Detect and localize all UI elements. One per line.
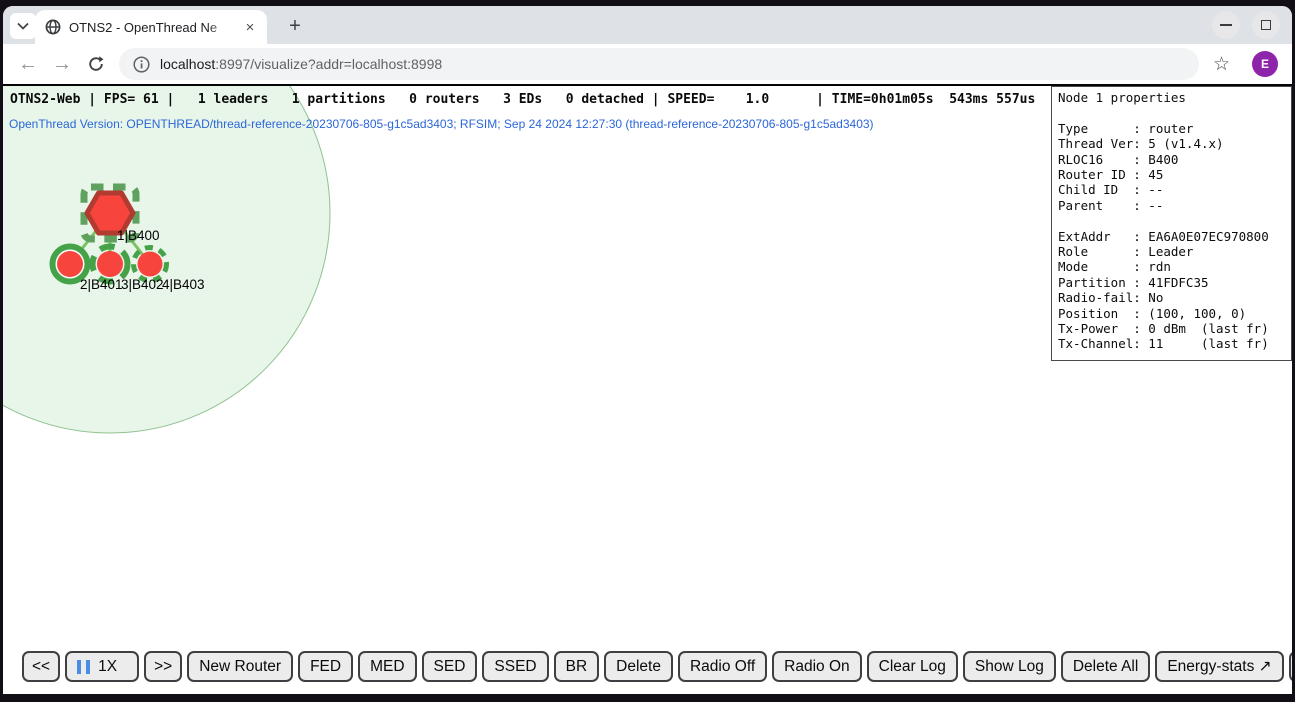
pause-icon	[86, 660, 90, 674]
tab-title: OTNS2 - OpenThread Ne	[69, 20, 241, 35]
site-info-icon[interactable]	[133, 56, 150, 73]
node-4-label: 4|B403	[162, 277, 205, 292]
panel-line: Tx-Channel: 11 (last fr)	[1058, 336, 1291, 351]
panel-line: Tx-Power : 0 dBm (last fr)	[1058, 321, 1291, 336]
show-log-button[interactable]: Show Log	[963, 651, 1056, 682]
node-properties-panel: Node 1 properties Type : router Thread V…	[1051, 86, 1292, 361]
panel-line: Type : router	[1058, 121, 1291, 136]
panel-line: Child ID : --	[1058, 182, 1291, 197]
profile-avatar[interactable]: E	[1252, 51, 1278, 77]
navigation-bar: ← → localhost:8997/visualize?addr=localh…	[3, 44, 1292, 86]
sed-button[interactable]: SED	[422, 651, 478, 682]
panel-line: Parent : --	[1058, 198, 1291, 213]
pause-icon	[77, 660, 81, 674]
browser-window: OTNS2 - OpenThread Ne × + ← → localhost:…	[3, 6, 1292, 694]
maximize-icon	[1261, 20, 1271, 30]
url-bar[interactable]: localhost:8997/visualize?addr=localhost:…	[119, 48, 1199, 80]
chevron-down-icon	[17, 22, 29, 30]
openthread-version-link[interactable]: OpenThread Version: OPENTHREAD/thread-re…	[9, 117, 874, 131]
radio-off-button[interactable]: Radio Off	[678, 651, 767, 682]
panel-title: Node 1 properties	[1058, 90, 1291, 105]
url-path: :8997/visualize?addr=localhost:8998	[215, 56, 442, 72]
panel-line: Thread Ver: 5 (v1.4.x)	[1058, 136, 1291, 151]
page-content: 1|B400 2|B401 3|B402 4|B403 OTNS2-Web | …	[3, 86, 1292, 692]
speed-down-button[interactable]: <<	[22, 651, 60, 682]
globe-favicon-icon	[45, 19, 61, 35]
panel-line: Partition : 41FDFC35	[1058, 275, 1291, 290]
clear-log-button[interactable]: Clear Log	[867, 651, 958, 682]
minimize-button[interactable]	[1212, 11, 1240, 39]
panel-line: Mode : rdn	[1058, 259, 1291, 274]
node-stats-button[interactable]: Node-stats ↗	[1289, 651, 1292, 682]
node-1-leader[interactable]	[87, 193, 133, 233]
simulation-status-bar: OTNS2-Web | FPS= 61 | 1 leaders 1 partit…	[10, 92, 1035, 107]
br-button[interactable]: BR	[554, 651, 600, 682]
back-button[interactable]: ←	[11, 53, 45, 76]
panel-line: Position : (100, 100, 0)	[1058, 306, 1291, 321]
panel-line: Radio-fail: No	[1058, 290, 1291, 305]
delete-all-button[interactable]: Delete All	[1061, 651, 1150, 682]
radio-on-button[interactable]: Radio On	[772, 651, 861, 682]
tab-strip: OTNS2 - OpenThread Ne × +	[3, 6, 1292, 44]
reload-button[interactable]	[79, 55, 113, 73]
panel-spacer	[1058, 105, 1291, 120]
speed-button[interactable]: 1X	[65, 651, 139, 682]
reload-icon	[87, 55, 105, 73]
node-1-label: 1|B400	[117, 228, 160, 243]
panel-line: ExtAddr : EA6A0E07EC970800	[1058, 229, 1291, 244]
delete-button[interactable]: Delete	[604, 651, 673, 682]
new-tab-button[interactable]: +	[284, 15, 306, 37]
maximize-button[interactable]	[1252, 11, 1280, 39]
tab-search-button[interactable]	[10, 13, 36, 39]
speed-up-button[interactable]: >>	[144, 651, 182, 682]
bookmark-star-icon[interactable]: ☆	[1213, 53, 1230, 76]
url-text[interactable]: localhost:8997/visualize?addr=localhost:…	[160, 56, 442, 72]
energy-stats-button[interactable]: Energy-stats ↗	[1155, 651, 1283, 682]
tab-close-icon[interactable]: ×	[241, 18, 259, 36]
fed-button[interactable]: FED	[298, 651, 353, 682]
action-toolbar: << 1X >> New Router FED MED SED SSED BR …	[22, 651, 1292, 682]
new-router-button[interactable]: New Router	[187, 651, 293, 682]
panel-line: Router ID : 45	[1058, 167, 1291, 182]
speed-label: 1X	[98, 658, 117, 676]
panel-line	[1058, 213, 1291, 228]
node-3-label: 3|B402	[121, 277, 164, 292]
minimize-icon	[1220, 24, 1232, 26]
panel-line: Role : Leader	[1058, 244, 1291, 259]
panel-line: RLOC16 : B400	[1058, 152, 1291, 167]
ssed-button[interactable]: SSED	[482, 651, 548, 682]
forward-button[interactable]: →	[45, 53, 79, 76]
node-2-label: 2|B401	[80, 277, 123, 292]
med-button[interactable]: MED	[358, 651, 416, 682]
tab-otns2[interactable]: OTNS2 - OpenThread Ne ×	[35, 10, 267, 44]
window-controls	[1212, 11, 1280, 39]
url-host: localhost	[160, 56, 215, 72]
